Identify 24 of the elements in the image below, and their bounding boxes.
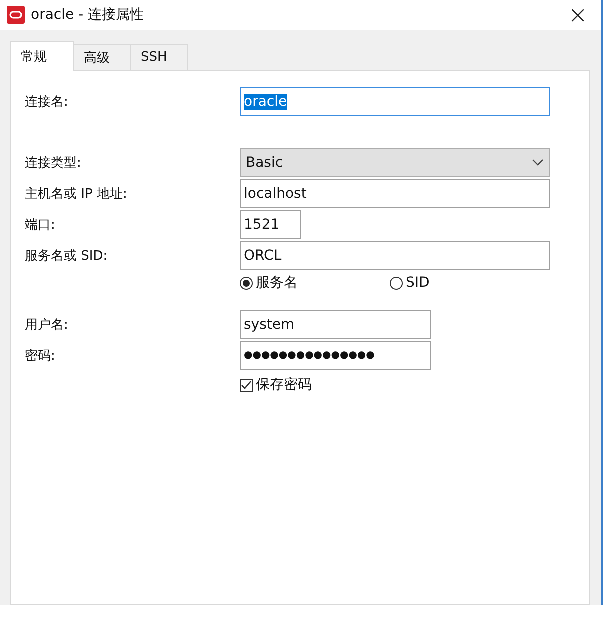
field-label: 连接类型: — [25, 154, 82, 172]
field-label: 密码: — [25, 348, 56, 364]
radio-option[interactable]: SID — [390, 274, 540, 292]
checkbox[interactable]: 保存密码 — [240, 376, 312, 394]
input-field[interactable]: ●●●●●●●●●●●●●●● — [240, 341, 431, 370]
field-label: 用户名: — [25, 316, 70, 334]
field-label: 连接名: — [25, 94, 70, 110]
tab[interactable]: 常规 — [10, 41, 74, 71]
window-title: oracle - 连接属性 — [31, 6, 146, 24]
input-field[interactable]: oracle — [240, 87, 550, 116]
tab[interactable]: SSH — [130, 44, 188, 70]
check-icon — [240, 378, 253, 392]
input-field[interactable]: system — [240, 310, 431, 339]
input-field[interactable]: 1521 — [240, 210, 301, 239]
field-label: 主机名或 IP 地址: — [25, 186, 128, 202]
app-logo-icon — [7, 6, 25, 24]
dropdown[interactable]: Basic — [240, 148, 550, 177]
field-label: 服务名或 SID: — [25, 248, 109, 264]
caret-icon — [532, 158, 544, 166]
input-field[interactable]: ORCL — [240, 241, 550, 270]
field-label: 端口: — [25, 216, 56, 234]
close-button[interactable]: × — [555, 0, 601, 30]
radio-option[interactable]: 服务名 — [240, 274, 390, 292]
input-field[interactable]: localhost — [240, 179, 550, 208]
